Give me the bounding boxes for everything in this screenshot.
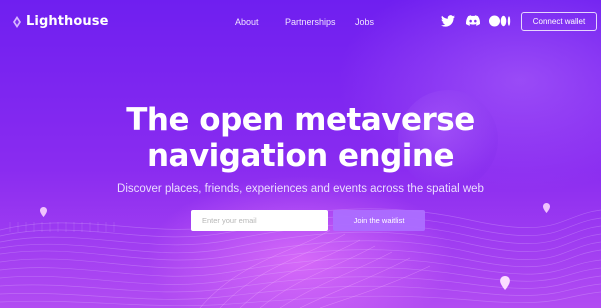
brand-logo[interactable]: Lighthouse [12, 14, 109, 29]
email-input[interactable] [191, 210, 328, 231]
hero-title-line1: The open metaverse [126, 102, 475, 138]
map-pin-icon [40, 207, 47, 217]
hero-title: The open metaverse navigation engine [0, 102, 601, 174]
connect-wallet-button[interactable]: Connect wallet [521, 12, 597, 31]
nav-link-jobs[interactable]: Jobs [355, 17, 374, 27]
discord-icon[interactable] [466, 15, 480, 26]
nav-link-partnerships[interactable]: Partnerships [285, 17, 336, 27]
lighthouse-logo-icon [13, 15, 21, 28]
brand-name: Lighthouse [26, 14, 109, 29]
hero-title-line2: navigation engine [146, 138, 455, 174]
nav-link-about[interactable]: About [235, 17, 259, 27]
twitter-icon[interactable] [441, 15, 455, 27]
medium-icon[interactable] [489, 15, 511, 27]
top-navbar: Lighthouse About Partnerships Jobs Conne… [0, 0, 601, 44]
map-pin-icon [543, 203, 550, 213]
hero-subtitle: Discover places, friends, experiences an… [117, 183, 484, 195]
map-pin-icon [500, 276, 510, 290]
join-waitlist-button[interactable]: Join the waitlist [333, 210, 425, 231]
